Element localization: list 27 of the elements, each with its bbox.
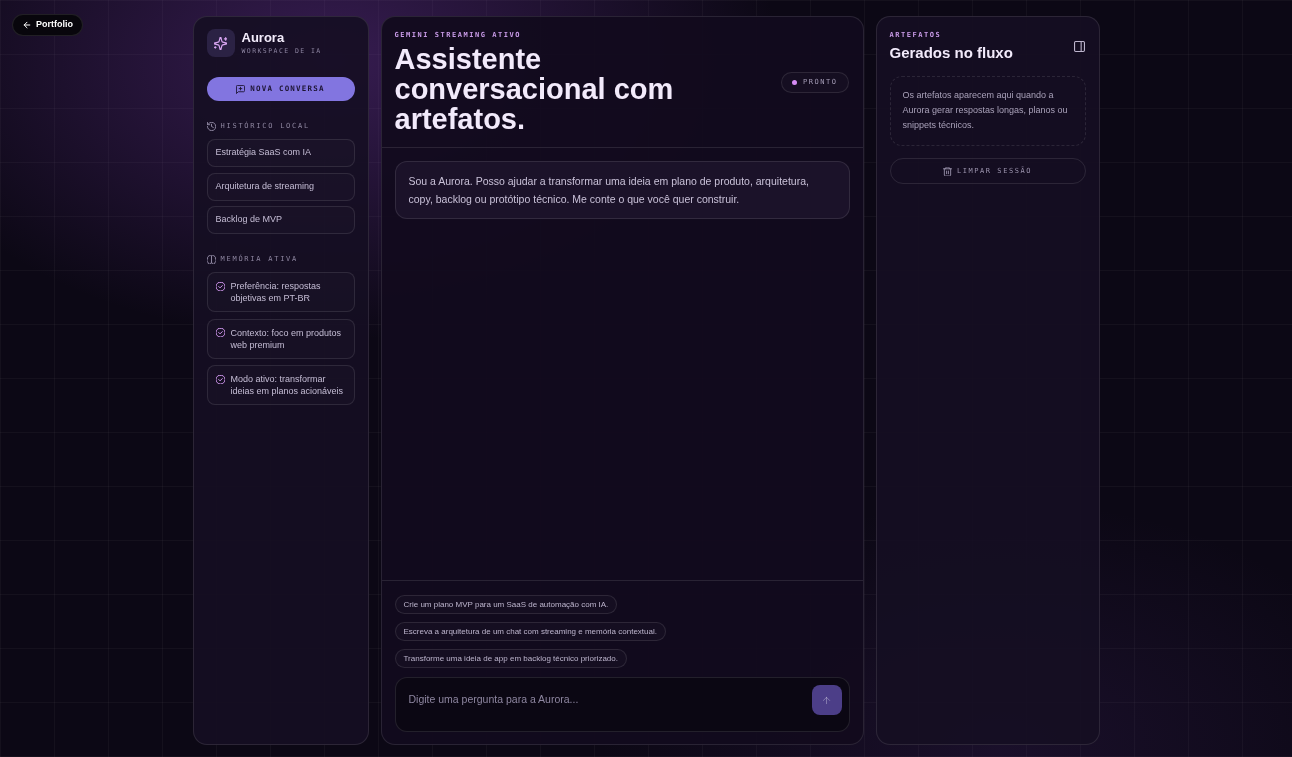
suggestion-chip[interactable]: Escreva a arquitetura de um chat com streaming e memória contextual. — [394, 622, 666, 641]
trash-icon — [943, 166, 953, 176]
memory-text: Contexto: foco em produtos web premium — [230, 326, 343, 351]
arrow-up-icon — [822, 695, 831, 705]
artifacts-empty-state: Os artefatos aparecem aqui quando a Aurora gerar respostas longas, planos ou snippets técnicos. — [889, 76, 1086, 146]
chat-title: Assistente conversacional com artefatos. — [394, 44, 675, 134]
history-item[interactable]: Estratégia SaaS com IA — [206, 139, 355, 167]
history-icon — [206, 122, 216, 131]
check-circle-icon — [215, 328, 225, 337]
history-item[interactable]: Backlog de MVP — [206, 206, 355, 234]
suggestion-chip[interactable]: Crie um plano MVP para um SaaS de automação com IA. — [394, 595, 618, 614]
arrow-left-icon — [23, 21, 31, 29]
message-input[interactable]: Digite uma pergunta para a Aurora... — [394, 677, 850, 732]
panel-right-icon[interactable] — [1073, 41, 1085, 52]
memory-text: Preferência: respostas objetivas em PT-BR — [230, 280, 322, 304]
chat-plus-icon — [236, 84, 246, 94]
assistant-message: Sou a Aurora. Posso ajudar a transformar uma ideia em plano de produto, arquitetura, copy, backlog ou protótipo técnico. Me conte o que você quer construir. — [394, 161, 850, 219]
back-link[interactable]: Portfolio — [12, 14, 83, 36]
suggestion-chip[interactable]: Transforme uma ideia de app em backlog técnico priorizado. — [394, 649, 627, 668]
artifacts-title: Gerados no fluxo — [889, 44, 1013, 62]
check-circle-icon — [215, 281, 225, 291]
brain-icon — [206, 255, 216, 264]
sparkles-icon — [206, 29, 235, 57]
memory-text: Modo ativo: transformar ideias em planos acionáveis — [230, 373, 345, 397]
history-item[interactable]: Arquitetura de streaming — [206, 172, 355, 201]
check-circle-icon — [215, 374, 225, 384]
brand-name: Aurora — [241, 30, 286, 45]
